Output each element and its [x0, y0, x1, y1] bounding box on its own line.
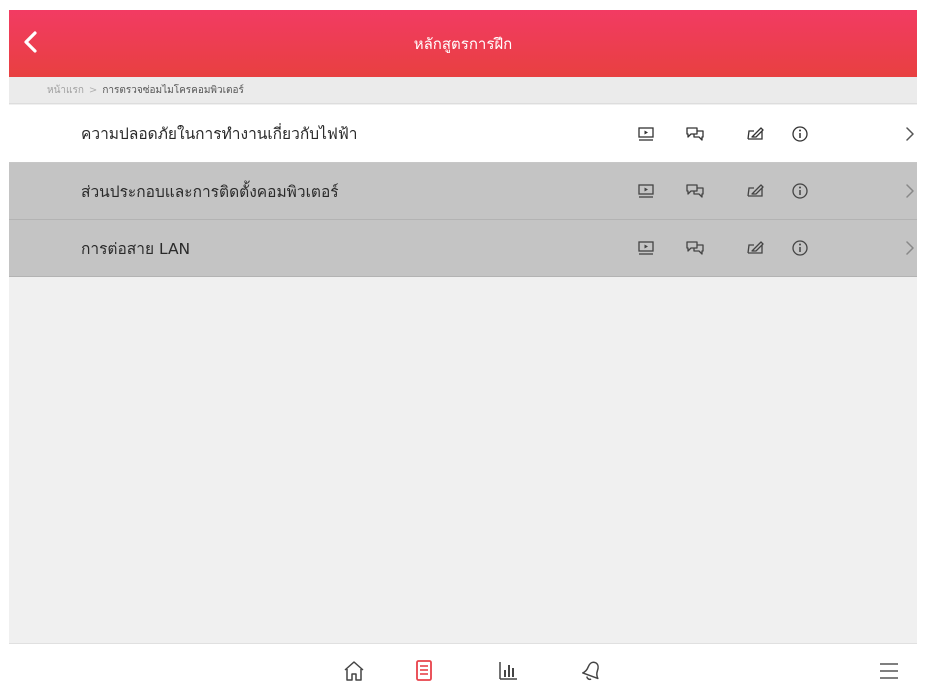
info-icon[interactable] [789, 123, 811, 145]
breadcrumb-current: การตรวจซ่อมไมโครคอมพิวเตอร์ [102, 84, 244, 96]
home-button[interactable] [339, 656, 369, 686]
lesson-row[interactable]: ความปลอดภัยในการทำงานเกี่ยวกับไฟฟ้า [9, 105, 917, 163]
lesson-list: ความปลอดภัยในการทำงานเกี่ยวกับไฟฟ้า ส่วน… [9, 105, 917, 277]
edit-icon[interactable] [744, 123, 766, 145]
stats-button[interactable] [493, 656, 523, 686]
app-header: หลักสูตรการฝึก [9, 10, 917, 77]
chevron-right-icon[interactable] [903, 123, 917, 145]
video-icon[interactable] [635, 180, 657, 202]
notifications-button[interactable] [577, 656, 607, 686]
video-icon[interactable] [635, 237, 657, 259]
video-icon[interactable] [635, 123, 657, 145]
home-icon [344, 661, 364, 681]
breadcrumb-separator: > [88, 84, 98, 96]
stats-icon [499, 662, 517, 680]
lesson-row[interactable]: ส่วนประกอบและการติดตั้งคอมพิวเตอร์ [9, 163, 917, 220]
bell-icon [582, 661, 599, 681]
chat-icon[interactable] [684, 180, 706, 202]
breadcrumb: หน้าแรก > การตรวจซ่อมไมโครคอมพิวเตอร์ [9, 77, 917, 104]
chat-icon[interactable] [684, 237, 706, 259]
edit-icon[interactable] [744, 237, 766, 259]
lesson-title: ความปลอดภัยในการทำงานเกี่ยวกับไฟฟ้า [81, 125, 358, 143]
course-button[interactable] [409, 656, 439, 686]
lesson-title: การต่อสาย LAN [81, 239, 191, 258]
menu-button[interactable] [874, 656, 904, 686]
course-icon [416, 660, 432, 681]
page-title: หลักสูตรการฝึก [413, 34, 513, 53]
menu-icon [880, 663, 898, 679]
chevron-right-icon[interactable] [903, 180, 917, 202]
bottom-nav [9, 643, 917, 697]
breadcrumb-home-link[interactable]: หน้าแรก [47, 83, 84, 98]
app-frame: หลักสูตรการฝึก หน้าแรก > การตรวจซ่อมไมโค… [9, 10, 917, 697]
info-icon[interactable] [789, 237, 811, 259]
edit-icon[interactable] [744, 180, 766, 202]
lesson-row[interactable]: การต่อสาย LAN [9, 220, 917, 277]
chevron-right-icon[interactable] [903, 237, 917, 259]
lesson-title: ส่วนประกอบและการติดตั้งคอมพิวเตอร์ [81, 182, 339, 201]
chat-icon[interactable] [684, 123, 706, 145]
info-icon[interactable] [789, 180, 811, 202]
